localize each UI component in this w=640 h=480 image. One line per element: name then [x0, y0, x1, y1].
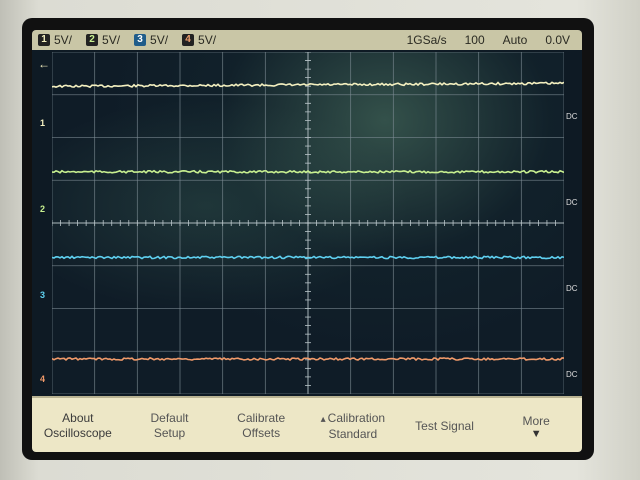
down-arrow-icon: ▼ — [530, 427, 542, 440]
trace-3-coupling: DC — [566, 284, 578, 293]
trace-4-marker: 4 — [40, 374, 46, 384]
trace-1-marker: 1 — [40, 118, 46, 128]
trace-4-coupling: DC — [566, 370, 578, 379]
channel-3-badge: 3 — [134, 34, 147, 46]
sample-rate: 1GSa/s — [406, 33, 447, 47]
softkey-about-oscilloscope[interactable]: About Oscilloscope — [32, 398, 124, 452]
waveform-display[interactable]: 1 2 3 4 DC DC DC DC — [40, 52, 578, 394]
channel-3-scale[interactable]: 3 5V/ — [134, 33, 168, 47]
channel-2-badge: 2 — [86, 34, 99, 46]
trigger-level: 0.0V — [545, 33, 570, 47]
channel-1-scale[interactable]: 1 5V/ — [38, 33, 72, 47]
channel-2-scale[interactable]: 2 5V/ — [86, 33, 120, 47]
softkey-label: Test Signal — [415, 418, 474, 433]
softkey-calibrate-offsets[interactable]: Calibrate Offsets — [215, 398, 307, 452]
left-arrow-icon: ← — [38, 57, 50, 71]
trace-1-coupling: DC — [566, 112, 578, 121]
trigger-mode[interactable]: Auto — [503, 33, 528, 47]
softkey-label: More — [522, 413, 550, 428]
oscilloscope-bezel: 1 5V/ 2 5V/ 3 5V/ 4 5V/ 1GSa/s 100 Auto … — [0, 0, 640, 480]
softkey-test-signal[interactable]: Test Signal — [399, 398, 491, 452]
softkey-label: Oscilloscope — [43, 426, 112, 440]
channel-1-scale-text: 5V/ — [54, 33, 73, 47]
channel-2-scale-text: 5V/ — [102, 33, 121, 47]
trace-3-marker: 3 — [40, 290, 46, 300]
softkey-label: Calibrate — [237, 411, 286, 425]
trace-2-marker: 2 — [40, 204, 46, 214]
softkey-bar: About Oscilloscope Default Setup Calibra… — [32, 396, 582, 452]
softkey-calibration-standard[interactable]: ▴ Calibration Standard — [307, 398, 399, 452]
softkey-label: Default — [150, 411, 189, 425]
softkey-label: Calibration — [327, 410, 386, 425]
channel-1-badge: 1 — [38, 34, 50, 46]
channel-3-scale-text: 5V/ — [150, 33, 169, 47]
status-bar: 1 5V/ 2 5V/ 3 5V/ 4 5V/ 1GSa/s 100 Auto … — [32, 30, 582, 50]
softkey-default-setup[interactable]: Default Setup — [124, 398, 216, 452]
waveform-graticule — [52, 52, 564, 394]
softkey-label: Standard — [328, 426, 378, 441]
timebase[interactable]: 100 — [465, 33, 485, 47]
up-arrow-icon: ▴ — [320, 413, 326, 425]
trace-2-coupling: DC — [566, 198, 578, 207]
softkey-label: About — [62, 411, 94, 425]
softkey-more[interactable]: More ▼ — [490, 398, 582, 452]
channel-4-badge: 4 — [182, 34, 195, 46]
softkey-label: Setup — [153, 426, 186, 440]
channel-4-scale[interactable]: 4 5V/ — [182, 33, 216, 47]
softkey-label: Offsets — [242, 426, 281, 440]
channel-4-scale-text: 5V/ — [198, 33, 217, 47]
oscilloscope-screen: 1 5V/ 2 5V/ 3 5V/ 4 5V/ 1GSa/s 100 Auto … — [32, 30, 582, 452]
